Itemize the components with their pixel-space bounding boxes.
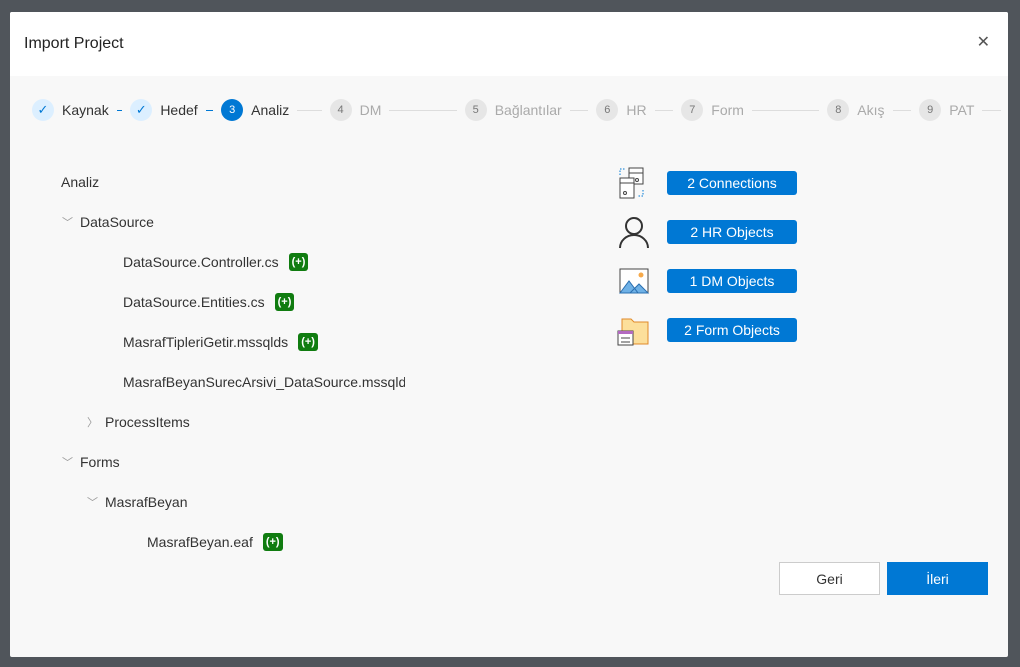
summary-count-button[interactable]: 2 HR Objects bbox=[667, 220, 797, 244]
new-badge: (+) bbox=[298, 333, 318, 351]
step-1: ✓ Kaynak bbox=[32, 99, 109, 121]
step-3: 3 Analiz bbox=[221, 99, 289, 121]
tree-item[interactable]: MasrafTipleriGetir.mssqlds (+) bbox=[123, 332, 318, 352]
tree-item-label: MasrafBeyan.eaf bbox=[147, 534, 253, 550]
chevron-down-icon[interactable]: ﹀ bbox=[62, 454, 80, 470]
summary-count-button[interactable]: 2 Connections bbox=[667, 171, 797, 195]
step-connector bbox=[654, 109, 674, 111]
stepper: ✓ Kaynak ✓ Hedef 3 Analiz 4 DM 5 Bağlantılar 6 HR 7 F… bbox=[32, 98, 1008, 122]
tree-item[interactable]: DataSource.Entities.cs (+) bbox=[123, 292, 295, 312]
tree-item[interactable]: MasrafBeyanSurecArsivi_DataSource.mssqld… bbox=[123, 372, 405, 392]
check-icon: ✓ bbox=[130, 99, 153, 121]
step-7: 7 Form bbox=[681, 99, 744, 121]
back-button[interactable]: Geri bbox=[779, 562, 880, 595]
tree-item-label: DataSource bbox=[80, 214, 154, 230]
step-2: ✓ Hedef bbox=[130, 99, 198, 121]
dialog-header: Import Project ✕ bbox=[10, 12, 1008, 76]
tree-item[interactable]: MasrafBeyan.eaf (+) bbox=[147, 532, 283, 552]
step-connector bbox=[389, 109, 457, 111]
step-4: 4 DM bbox=[329, 99, 382, 121]
tree-item[interactable]: ﹀ Forms bbox=[62, 452, 120, 472]
step-number: 4 bbox=[329, 99, 352, 121]
analysis-tree[interactable]: Analiz ﹀ DataSource DataSource.Controller.c… bbox=[50, 150, 405, 562]
step-connector bbox=[297, 109, 322, 111]
summary-item: 2 HR Objects bbox=[617, 215, 797, 249]
tree-item-label: Forms bbox=[80, 454, 120, 470]
step-number: 5 bbox=[464, 99, 487, 121]
step-connector bbox=[569, 109, 589, 111]
step-number: 3 bbox=[221, 99, 244, 121]
dialog-title: Import Project bbox=[24, 35, 124, 52]
tree-item[interactable]: DataSource.Controller.cs (+) bbox=[123, 252, 309, 272]
step-5: 5 Bağlantılar bbox=[464, 99, 562, 121]
new-badge: (+) bbox=[262, 533, 283, 551]
step-label: Form bbox=[711, 102, 744, 118]
tree-item-label: ProcessItems bbox=[105, 414, 190, 430]
tree-item-label: MasrafTipleriGetir.mssqlds bbox=[123, 334, 289, 350]
step-8: 8 Akış bbox=[827, 99, 885, 121]
tree-item[interactable]: Analiz bbox=[61, 172, 99, 192]
summary-count-button[interactable]: 1 DM Objects bbox=[667, 269, 797, 293]
step-number: 8 bbox=[827, 99, 850, 121]
step-label: Kaynak bbox=[62, 102, 109, 118]
import-project-dialog: Import Project ✕ ✓ Kaynak ✓ Hedef 3 Analiz 4 DM… bbox=[10, 12, 1008, 657]
step-label: HR bbox=[626, 102, 647, 118]
step-connector bbox=[116, 109, 123, 111]
step-label: Analiz bbox=[251, 102, 290, 118]
server-icon bbox=[617, 166, 651, 200]
tree-item-label: Analiz bbox=[61, 174, 100, 190]
step-6: 6 HR bbox=[596, 99, 647, 121]
step-connector bbox=[892, 109, 912, 111]
step-connector bbox=[982, 109, 1002, 111]
summary-item: 1 DM Objects bbox=[617, 264, 797, 298]
summary-item: 2 Connections bbox=[617, 166, 797, 200]
tree-item[interactable]: ﹀ MasrafBeyan bbox=[87, 492, 187, 512]
person-icon bbox=[617, 215, 651, 249]
step-number: 6 bbox=[596, 99, 619, 121]
step-label: DM bbox=[359, 102, 382, 118]
close-icon[interactable]: ✕ bbox=[977, 32, 990, 52]
tree-item-label: MasrafBeyanSurecArsivi_DataSource.mssqld… bbox=[123, 374, 405, 390]
tree-item[interactable]: ﹀ DataSource bbox=[62, 212, 154, 232]
step-number: 7 bbox=[681, 99, 704, 121]
step-label: Hedef bbox=[160, 102, 198, 118]
step-label: PAT bbox=[949, 102, 975, 118]
chevron-down-icon[interactable]: ﹀ bbox=[87, 494, 105, 510]
step-label: Akış bbox=[857, 102, 885, 118]
new-badge: (+) bbox=[274, 293, 295, 311]
form-folder-icon bbox=[617, 313, 651, 347]
check-icon: ✓ bbox=[32, 99, 54, 121]
step-connector bbox=[751, 109, 820, 111]
tree-item-label: DataSource.Entities.cs bbox=[123, 294, 265, 310]
next-button[interactable]: İleri bbox=[887, 562, 988, 595]
step-number: 9 bbox=[919, 99, 942, 121]
step-9: 9 PAT bbox=[919, 99, 974, 121]
tree-item-label: MasrafBeyan bbox=[105, 494, 188, 510]
tree-item[interactable]: 〉 ProcessItems bbox=[87, 412, 190, 432]
chevron-right-icon[interactable]: 〉 bbox=[87, 414, 105, 430]
summary-count-button[interactable]: 2 Form Objects bbox=[667, 318, 797, 342]
new-badge: (+) bbox=[288, 253, 309, 271]
tree-item-label: DataSource.Controller.cs bbox=[123, 254, 279, 270]
chevron-down-icon[interactable]: ﹀ bbox=[62, 214, 80, 230]
image-icon bbox=[617, 264, 651, 298]
summary-item: 2 Form Objects bbox=[617, 313, 797, 347]
step-label: Bağlantılar bbox=[494, 102, 562, 118]
step-connector bbox=[205, 109, 214, 111]
